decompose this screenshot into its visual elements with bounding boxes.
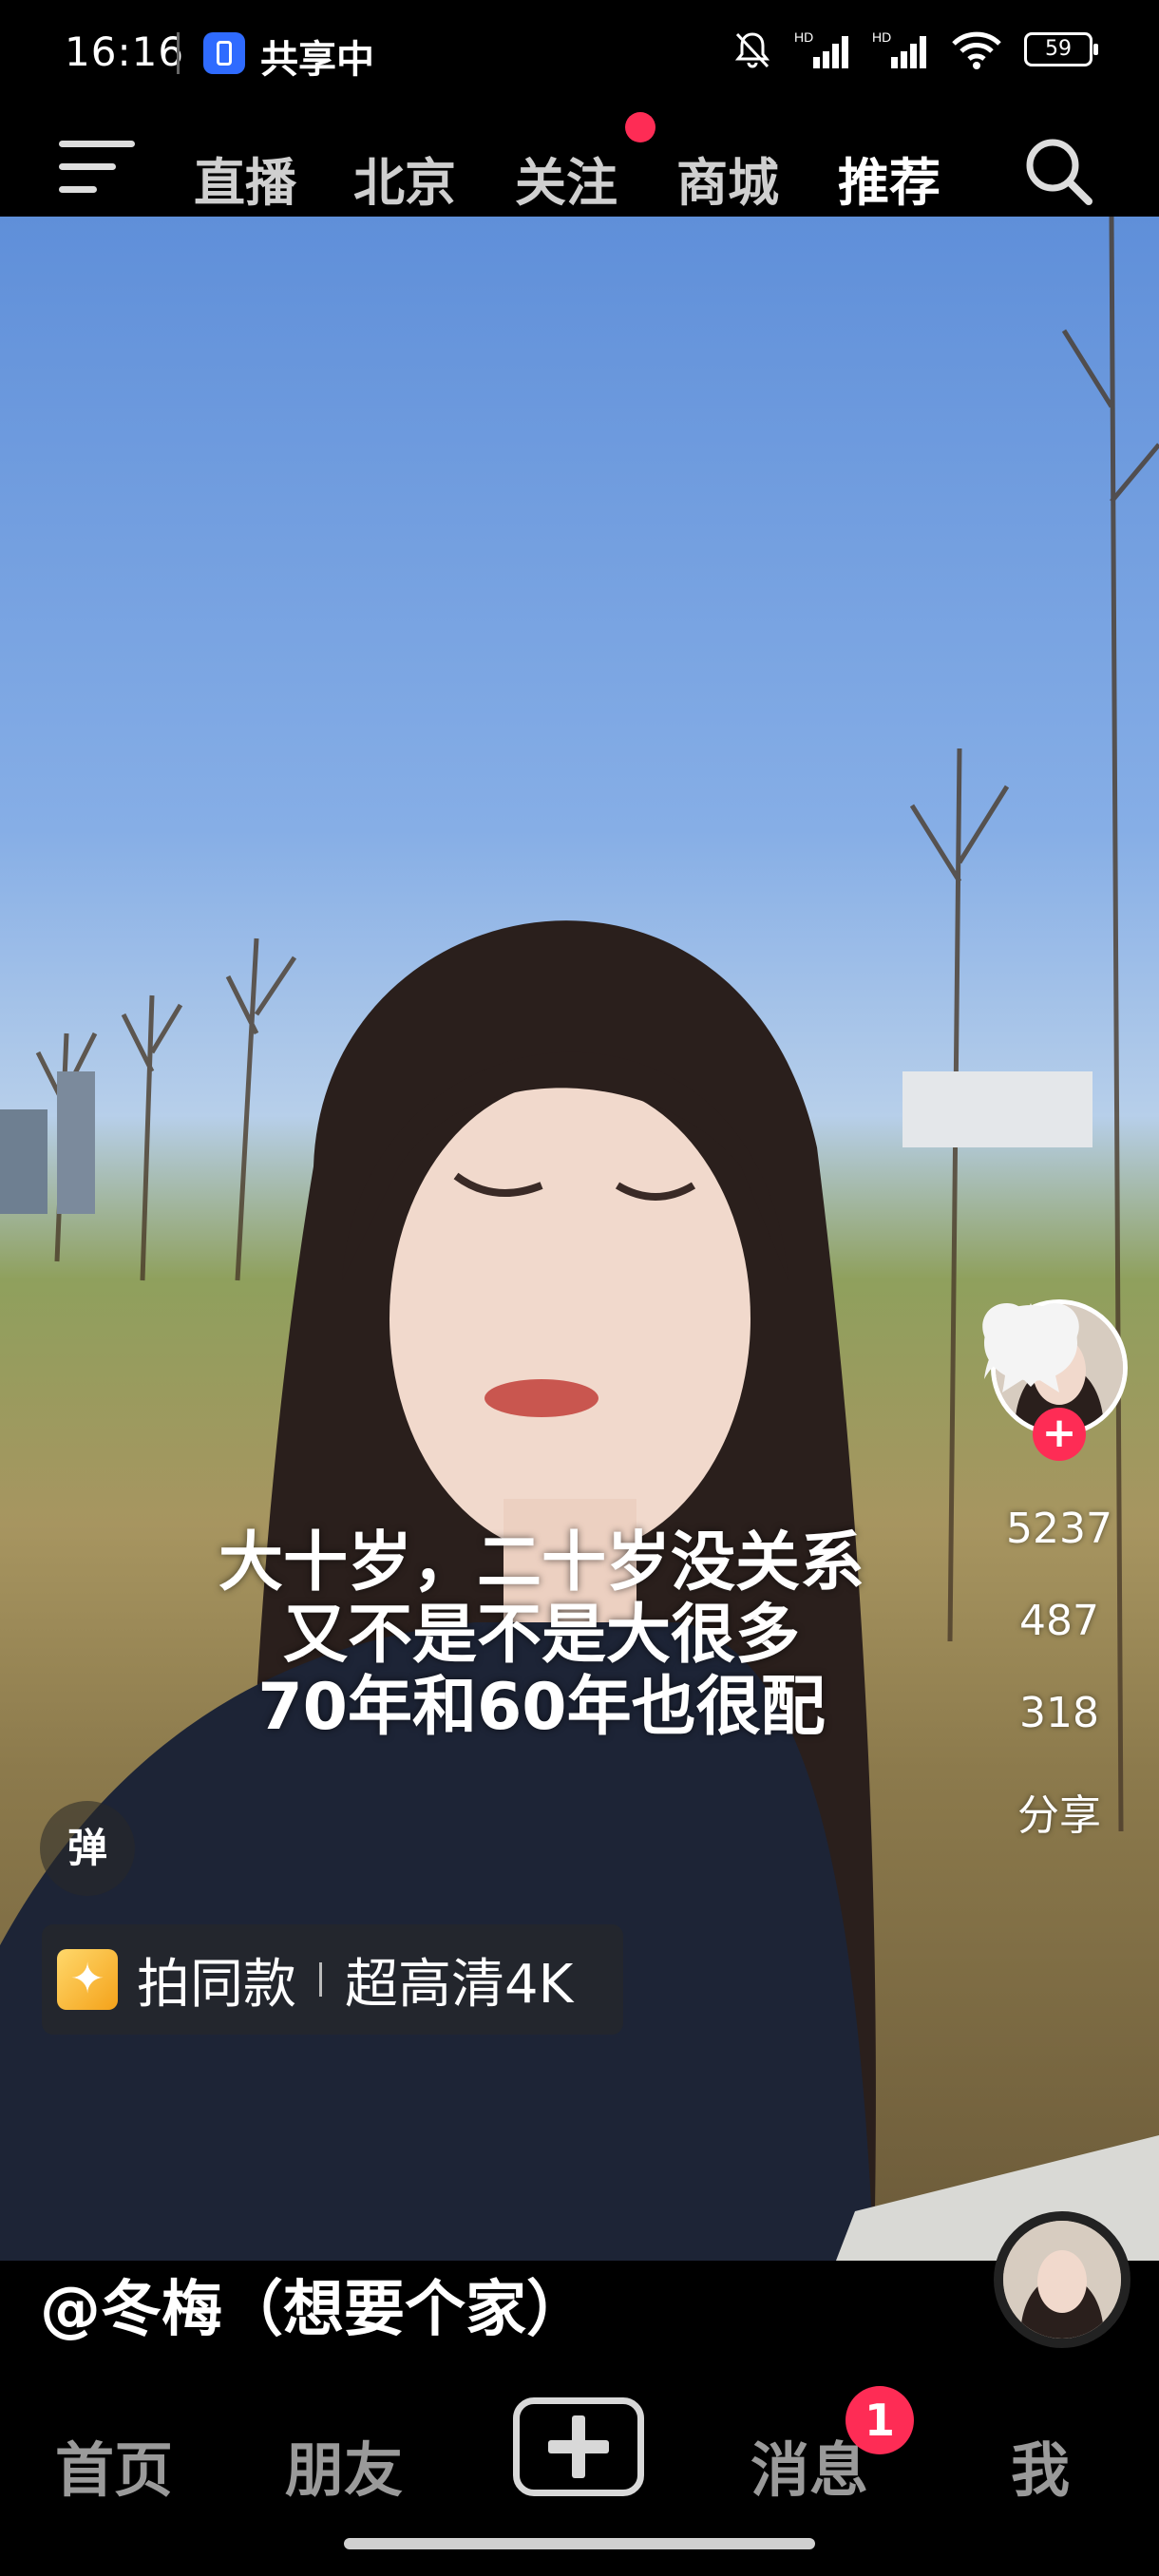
screen-share-icon xyxy=(203,32,245,74)
home-indicator[interactable] xyxy=(344,2538,815,2549)
top-navigation: 直播 北京 关注 商城 推荐 xyxy=(0,106,1159,234)
caption-line-3: 70年和60年也很配 xyxy=(257,1670,826,1745)
tab-beijing[interactable]: 北京 xyxy=(353,141,456,216)
nav-home[interactable]: 首页 xyxy=(55,2422,173,2508)
wifi-icon xyxy=(952,31,1001,69)
comment-action[interactable]: 487 xyxy=(978,1305,1140,1645)
nav-me[interactable]: 我 xyxy=(1011,2422,1070,2508)
signal-hd-label-2: HD xyxy=(872,29,891,45)
danmu-toggle-button[interactable]: 弹 xyxy=(40,1801,135,1896)
action-rail: + 5237 487 318 分享 xyxy=(978,1299,1140,1842)
same-style-chip[interactable]: ✦ 拍同款 超高清4K xyxy=(42,1924,623,2035)
nav-friends[interactable]: 朋友 xyxy=(285,2422,403,2508)
create-plus-button[interactable] xyxy=(513,2397,644,2496)
tab-recommended[interactable]: 推荐 xyxy=(838,141,940,216)
caption-line-1: 大十岁，二十岁没关系 xyxy=(218,1525,864,1601)
status-icons: HD HD 59 xyxy=(732,28,1098,70)
cell-signal-icon: HD xyxy=(794,29,848,68)
share-action[interactable]: 分享 xyxy=(978,1305,1140,1842)
sparkle-icon: ✦ xyxy=(57,1949,118,2010)
music-disc-avatar[interactable] xyxy=(994,2211,1130,2348)
status-separator xyxy=(177,32,180,74)
follow-plus-button[interactable]: + xyxy=(1033,1408,1086,1461)
battery-icon: 59 xyxy=(1024,32,1098,66)
cell-signal-2-icon: HD xyxy=(872,29,926,68)
like-action[interactable]: 5237 xyxy=(978,1303,1140,1553)
favorite-action[interactable]: 318 xyxy=(978,1303,1140,1737)
comment-count: 487 xyxy=(1019,1597,1099,1645)
author-username[interactable]: @冬梅（想要个家） xyxy=(40,2261,587,2348)
video-caption: 大十岁，二十岁没关系 又不是不是大很多 70年和60年也很配 xyxy=(0,1527,1083,1744)
status-bar: 16:16 共享中 HD HD 59 xyxy=(0,0,1159,106)
chip-divider xyxy=(319,1962,322,1997)
share-icon xyxy=(984,1305,1077,1379)
caption-line-2: 又不是不是大很多 xyxy=(282,1598,800,1673)
like-count: 5237 xyxy=(1006,1505,1112,1553)
signal-hd-label: HD xyxy=(794,29,813,45)
same-style-label: 拍同款 xyxy=(137,1953,296,2016)
sharing-label: 共享中 xyxy=(260,38,374,82)
messages-badge: 1 xyxy=(846,2386,914,2454)
share-label: 分享 xyxy=(1017,1791,1101,1840)
status-time: 16:16 xyxy=(65,28,185,75)
tab-live[interactable]: 直播 xyxy=(194,141,296,216)
tab-mall[interactable]: 商城 xyxy=(676,141,779,216)
tab-following[interactable]: 关注 xyxy=(515,141,618,216)
quality-label: 超高清4K xyxy=(345,1953,574,2016)
favorite-count: 318 xyxy=(1019,1689,1099,1737)
mute-bell-icon xyxy=(734,32,770,68)
menu-icon[interactable] xyxy=(59,141,135,194)
search-icon[interactable] xyxy=(1022,135,1092,205)
video-player[interactable]: 大十岁，二十岁没关系 又不是不是大很多 70年和60年也很配 + 5237 48… xyxy=(0,217,1159,2261)
following-notification-dot xyxy=(625,112,656,142)
